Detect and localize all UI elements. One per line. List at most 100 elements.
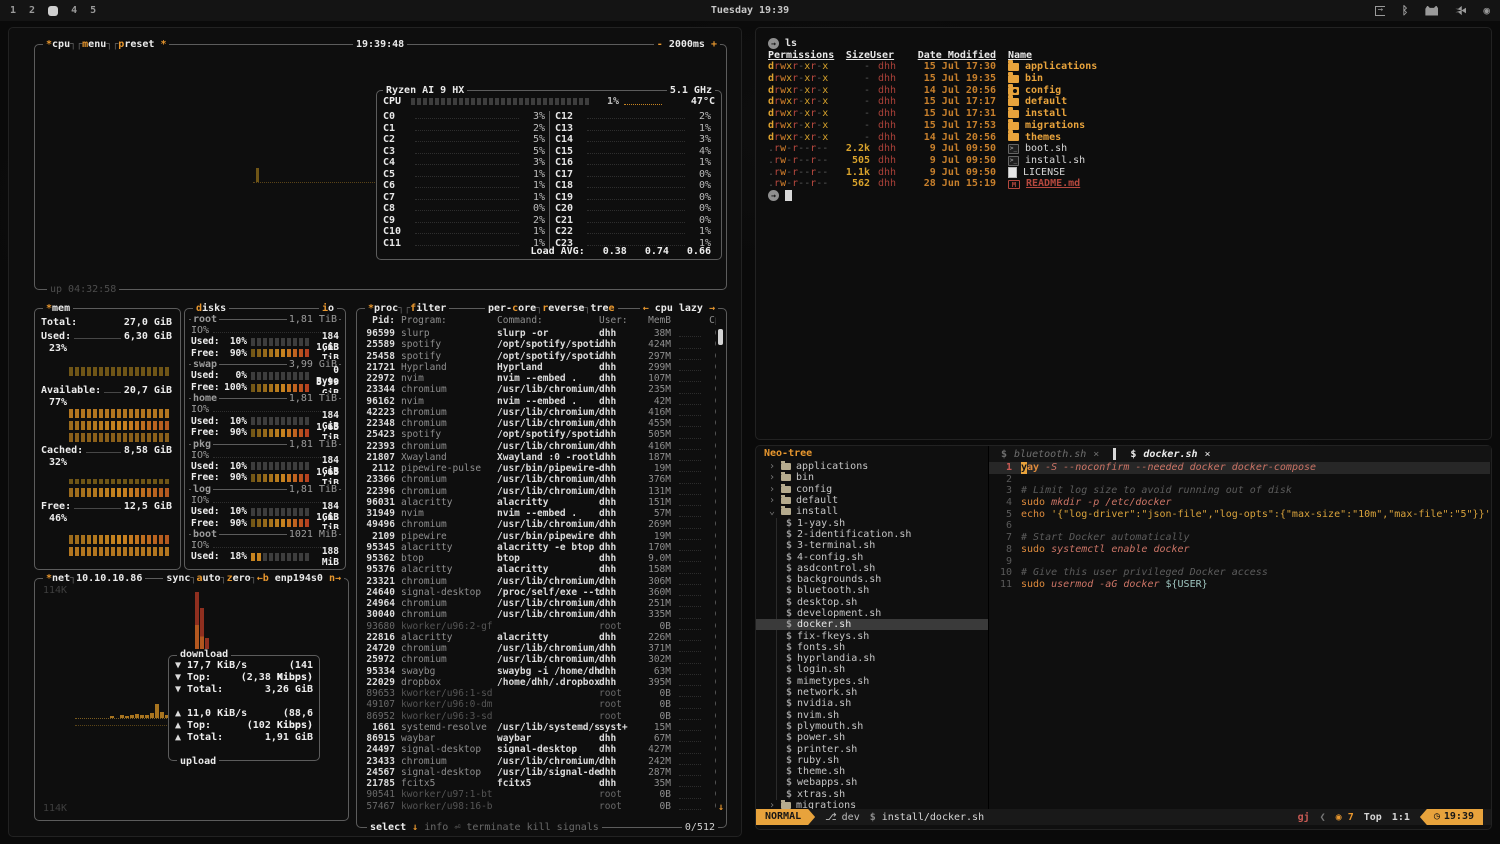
process-row[interactable]: 22396chromium/usr/lib/chromium/dhh131M0.… [363,486,716,497]
process-row[interactable]: 49107kworker/u96:0-dmroot0B0.0 [363,699,716,710]
cpu-box-tabs[interactable]: *cpu┐┌menu┐┌preset * [43,38,169,51]
process-row[interactable]: 90541kworker/u97:1-btroot0B0.0 [363,789,716,800]
logout-icon[interactable] [1375,6,1385,16]
process-scrollbar[interactable] [718,329,723,345]
neotree-item-webapps.sh[interactable]: $webapps.sh [756,777,988,788]
terminal-cursor[interactable] [785,190,792,201]
close-icon[interactable]: × [1205,449,1211,460]
neotree-item-power.sh[interactable]: $power.sh [756,732,988,743]
process-row[interactable]: 96162nvimnvim --embed .dhh42M0.0 [363,396,716,407]
neotree-item-install[interactable]: ⌄install [756,506,988,517]
process-row[interactable]: 96031alacrittyalacrittydhh151M0.0 [363,497,716,508]
current-prompt-line[interactable]: → [768,190,1479,202]
neotree-item-network.sh[interactable]: $network.sh [756,687,988,698]
process-row[interactable]: 21721HyprlandHyprlanddhh299M0.1 [363,362,716,373]
volume-icon[interactable] [1455,6,1466,16]
process-row[interactable]: 23433chromium/usr/lib/chromium/dhh242M0.… [363,756,716,767]
process-row[interactable]: 95334swaybgswaybg -i /home/dhdhh63M0.0 [363,666,716,677]
process-row[interactable]: 31949nvimnvim --embed .dhh57M0.0 [363,508,716,519]
process-row[interactable]: 25423spotify/opt/spotify/spotidhh505M0.0 [363,429,716,440]
workspace-active[interactable] [48,6,58,16]
neotree-item-config[interactable]: ›config [756,484,988,495]
neotree-item-development.sh[interactable]: $development.sh [756,608,988,619]
process-row[interactable]: 23321chromium/usr/lib/chromium/dhh306M0.… [363,576,716,587]
process-row[interactable]: 96599slurpslurp -ordhh38M0.0 [363,328,716,339]
neotree-item-ruby.sh[interactable]: $ruby.sh [756,755,988,766]
neotree-item-hyprlandia.sh[interactable]: $hyprlandia.sh [756,653,988,664]
process-box-tabs[interactable]: *proc┐┌filter [365,302,449,315]
process-row[interactable]: 23344chromium/usr/lib/chromium/dhh235M0.… [363,384,716,395]
buffer-tab-bluetooth.sh[interactable]: $bluetooth.sh× [989,446,1111,462]
process-column-headers[interactable]: Pid:Program:Command:User:MemBCpu% [363,315,716,327]
workspace-4[interactable]: 4 [71,5,77,16]
process-view-tabs[interactable]: per-core┐reverse┐tree [485,302,618,315]
process-row[interactable]: 95345alacrittyalacritty -e btopdhh170M0.… [363,542,716,553]
bluetooth-icon[interactable]: ᛒ [1402,5,1409,16]
clock[interactable]: Tuesday 19:39 [711,5,789,16]
process-row[interactable]: 24720chromium/usr/lib/chromium/dhh371M0.… [363,643,716,654]
process-row[interactable]: 21785fcitx5fcitx5dhh35M0.0 [363,778,716,789]
buffer-tab-docker.sh[interactable]: $docker.sh× [1118,446,1222,462]
process-row[interactable]: 42223chromium/usr/lib/chromium/dhh416M0.… [363,407,716,418]
neotree-item-3-terminal.sh[interactable]: $3-terminal.sh [756,540,988,551]
neotree-item-mimetypes.sh[interactable]: $mimetypes.sh [756,676,988,687]
process-row[interactable]: 23366chromium/usr/lib/chromium/dhh376M0.… [363,474,716,485]
process-row[interactable]: 2112pipewire-pulse/usr/bin/pipewire-dhh1… [363,463,716,474]
process-row[interactable]: 25972chromium/usr/lib/chromium/dhh302M0.… [363,654,716,665]
neotree-item-nvidia.sh[interactable]: $nvidia.sh [756,698,988,709]
process-row[interactable]: 25458spotify/opt/spotify/spotidhh297M0.2 [363,351,716,362]
update-interval[interactable]: - 2000ms + [654,38,720,51]
process-row[interactable]: 24640signal-desktop/proc/self/exe --tdhh… [363,587,716,598]
scroll-down-icon[interactable]: ↓ [718,802,724,813]
process-row[interactable]: 21807XwaylandXwayland :0 -rootldhh187M0.… [363,452,716,463]
neotree-item-nvim.sh[interactable]: $nvim.sh [756,710,988,721]
process-row[interactable]: 57467kworker/u98:16-broot0B0.0 [363,801,716,812]
neotree-item-migrations[interactable]: ›migrations [756,800,988,809]
neotree-item-theme.sh[interactable]: $theme.sh [756,766,988,777]
record-icon[interactable]: ◉ [1483,5,1490,16]
neotree-item-printer.sh[interactable]: $printer.sh [756,743,988,754]
neotree-item-bluetooth.sh[interactable]: $bluetooth.sh [756,585,988,596]
neotree-item-xtras.sh[interactable]: $xtras.sh [756,789,988,800]
process-row[interactable]: 22972nvimnvim --embed .dhh107M0.0 [363,373,716,384]
workspace-2[interactable]: 2 [29,5,35,16]
process-row[interactable]: 24497signal-desktopsignal-desktopdhh427M… [363,744,716,755]
process-row[interactable]: 25589spotify/opt/spotify/spotidhh424M0.2 [363,339,716,350]
process-row[interactable]: 86915waybarwaybardhh67M0.0 [363,733,716,744]
network-box-tabs[interactable]: *net┐10.10.10.86 [43,572,145,585]
editor-area[interactable]: 1yay -S --noconfirm --needed docker dock… [988,462,1490,809]
neotree-item-login.sh[interactable]: $login.sh [756,664,988,675]
neotree-item-2-identification.sh[interactable]: $2-identification.sh [756,529,988,540]
neotree-item-fonts.sh[interactable]: $fonts.sh [756,642,988,653]
workspace-1[interactable]: 1 [10,5,16,16]
neotree-item-backgrounds.sh[interactable]: $backgrounds.sh [756,574,988,585]
process-actions[interactable]: select ↓ info ⏎ terminate kill signals [367,821,602,834]
process-row[interactable]: 22029dropbox/home/dhh/.dropboxdhh395M0.0 [363,677,716,688]
neotree-item-default[interactable]: ›default [756,495,988,506]
network-interface-tabs[interactable]: sync┐auto┐zero┐←b enp194s0 n→ [163,572,344,585]
process-row[interactable]: 30040chromium/usr/lib/chromium/dhh335M0.… [363,609,716,620]
process-row[interactable]: 49496chromium/usr/lib/chromium/dhh269M0.… [363,519,716,530]
process-row[interactable]: 86952kworker/u96:3-sdroot0B0.0 [363,711,716,722]
process-row[interactable]: 24567signal-desktop/usr/lib/signal-dedhh… [363,767,716,778]
process-row[interactable]: 22816alacrittyalacrittydhh226M0.0 [363,632,716,643]
neotree-item-desktop.sh[interactable]: $desktop.sh [756,597,988,608]
neotree-item-1-yay.sh[interactable]: $1-yay.sh [756,517,988,528]
process-row[interactable]: 24964chromium/usr/lib/chromium/dhh251M0.… [363,598,716,609]
neotree-item-asdcontrol.sh[interactable]: $asdcontrol.sh [756,563,988,574]
neotree-item-bin[interactable]: ›bin [756,472,988,483]
process-row[interactable]: 22393chromium/usr/lib/chromium/dhh416M0.… [363,441,716,452]
process-row[interactable]: 22348chromium/usr/lib/chromium/dhh455M0.… [363,418,716,429]
neotree-item-docker.sh[interactable]: $docker.sh [756,619,988,630]
workspace-5[interactable]: 5 [90,5,96,16]
process-row[interactable]: 89653kworker/u96:1-sdroot0B0.0 [363,688,716,699]
cat-icon[interactable] [1425,6,1438,16]
close-icon[interactable]: × [1093,449,1099,460]
process-row[interactable]: 95376alacrittyalacrittydhh158M0.0 [363,564,716,575]
neotree-item-applications[interactable]: ›applications [756,461,988,472]
process-row[interactable]: 95362btopbtopdhh9.0M0.0 [363,553,716,564]
neotree-item-fix-fkeys.sh[interactable]: $fix-fkeys.sh [756,630,988,641]
neotree-item-plymouth.sh[interactable]: $plymouth.sh [756,721,988,732]
process-sort-selector[interactable]: ← cpu lazy → [640,302,718,315]
process-row[interactable]: 2109pipewire/usr/bin/pipewiredhh19M0.0 [363,531,716,542]
